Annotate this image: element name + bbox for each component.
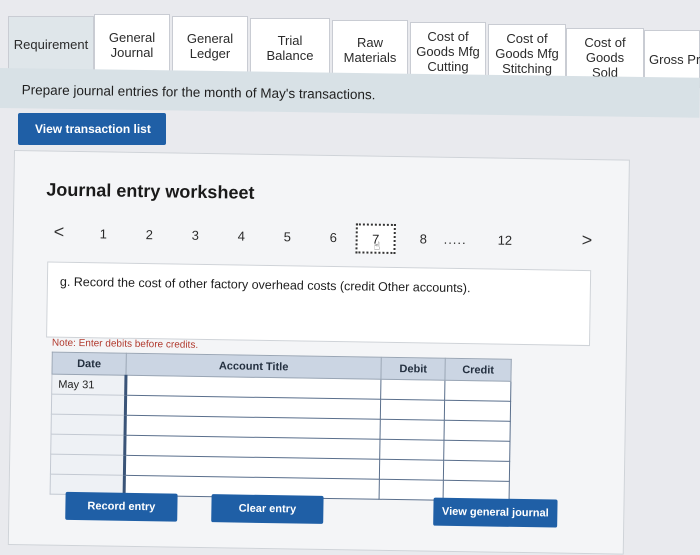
hand-cursor-icon: ☝	[373, 240, 381, 253]
date-cell: May 31	[51, 374, 126, 396]
debit-input[interactable]	[380, 379, 446, 401]
clear-entry-button[interactable]: Clear entry	[211, 494, 324, 524]
page-1[interactable]: 1	[100, 226, 107, 241]
page-4[interactable]: 4	[238, 229, 245, 244]
view-transaction-list-button[interactable]: View transaction list	[18, 113, 166, 145]
tab-label: Trial Balance	[266, 32, 314, 63]
page-8[interactable]: 8	[420, 231, 427, 246]
tab-cost-goods-mfg-stitching[interactable]: Cost of Goods Mfg Stitching	[488, 24, 566, 82]
tab-label: Raw Materials	[343, 34, 397, 65]
date-cell	[50, 454, 125, 476]
date-header: Date	[51, 352, 127, 376]
debit-input[interactable]	[379, 439, 445, 461]
view-general-journal-button[interactable]: View general journal	[433, 497, 558, 528]
next-page-icon[interactable]: >	[581, 230, 593, 251]
prev-page-icon[interactable]: <	[54, 222, 65, 243]
page-7-current[interactable]: 7 ☝	[355, 223, 396, 255]
tab-general-ledger[interactable]: General Ledger	[172, 16, 248, 74]
journal-entry-worksheet-panel: Journal entry worksheet < 1 2 3 4 5 6 7 …	[7, 150, 630, 555]
instruction-text: Prepare journal entries for the month of…	[21, 82, 376, 103]
page-3[interactable]: 3	[192, 228, 199, 243]
tab-label: General Ledger	[186, 30, 234, 61]
credit-input[interactable]	[443, 440, 510, 462]
credit-input[interactable]	[444, 400, 511, 422]
debit-credit-note: Note: Enter debits before credits.	[51, 337, 199, 351]
credit-input[interactable]	[444, 420, 511, 442]
credit-input[interactable]	[443, 460, 510, 482]
debit-input[interactable]	[379, 459, 444, 481]
tab-label: Gross Pro	[649, 52, 700, 67]
tab-label: Requirement	[13, 37, 89, 52]
credit-header: Credit	[445, 358, 512, 382]
tab-raw-materials[interactable]: Raw Materials	[332, 20, 408, 78]
page-5[interactable]: 5	[284, 229, 291, 244]
transaction-description: g. Record the cost of other factory over…	[59, 274, 471, 296]
worksheet-title: Journal entry worksheet	[46, 179, 255, 203]
entry-pager: < 1 2 3 4 5 6 7 ☝ 8 ..... 12 >	[13, 219, 629, 259]
tab-cost-goods-mfg-cutting[interactable]: Cost of Goods Mfg Cutting	[410, 22, 486, 80]
debit-input[interactable]	[380, 399, 445, 421]
tab-trial-balance[interactable]: Trial Balance	[250, 18, 330, 76]
tab-label: General Journal	[108, 29, 156, 60]
tab-label: Cost of Goods Mfg Stitching	[495, 31, 559, 76]
tab-requirement[interactable]: Requirement	[8, 16, 94, 72]
page-ellipsis: .....	[443, 231, 467, 248]
journal-entry-table: Date Account Title Debit Credit May 31	[50, 352, 512, 502]
transaction-description-box: g. Record the cost of other factory over…	[46, 261, 592, 347]
debit-input[interactable]	[380, 419, 445, 441]
credit-input[interactable]	[444, 380, 511, 402]
date-cell	[51, 414, 126, 436]
instruction-bar: Prepare journal entries for the month of…	[0, 68, 700, 118]
tab-general-journal[interactable]: General Journal	[94, 14, 170, 74]
date-cell	[51, 394, 126, 416]
page-6[interactable]: 6	[330, 230, 337, 245]
tab-label: Cost of Goods Mfg Cutting	[416, 29, 480, 74]
tab-label: Cost of Goods Sold	[584, 35, 626, 80]
page-12[interactable]: 12	[498, 233, 513, 248]
page-2[interactable]: 2	[146, 227, 153, 242]
record-entry-button[interactable]: Record entry	[65, 491, 178, 522]
date-cell	[50, 434, 125, 456]
debit-header: Debit	[381, 357, 446, 381]
